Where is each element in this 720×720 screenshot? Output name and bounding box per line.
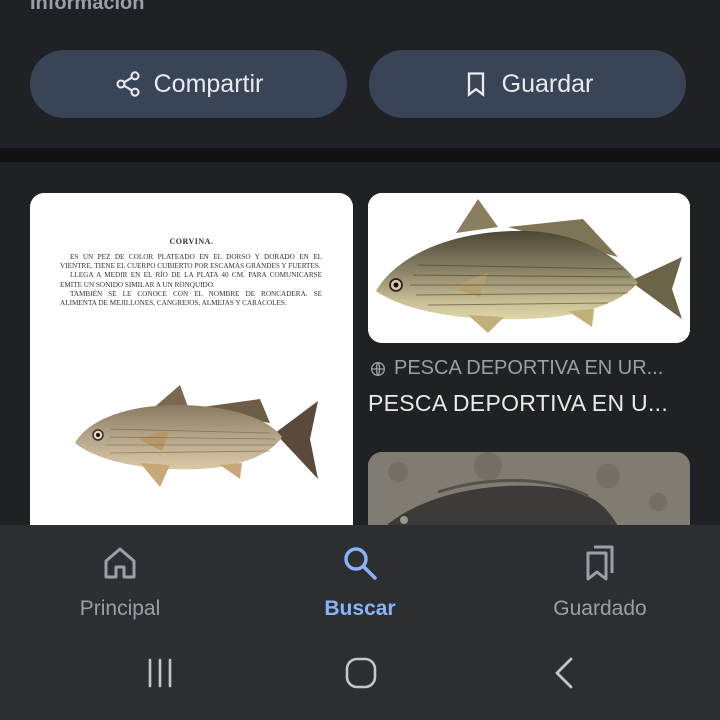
nav-label-guardado: Guardado — [553, 597, 647, 620]
recent-apps-icon — [148, 658, 172, 688]
document-title: CORVINA. — [169, 237, 214, 246]
bookmark-icon — [467, 72, 484, 97]
nav-item-buscar[interactable]: Buscar — [240, 525, 480, 635]
nav-label-buscar: Buscar — [324, 597, 396, 620]
save-label: Guardar — [501, 69, 594, 98]
nav-item-principal[interactable]: Principal — [0, 525, 240, 635]
result-title[interactable]: PESCA DEPORTIVA EN U... — [368, 390, 678, 417]
home-button[interactable] — [337, 653, 385, 693]
back-button[interactable] — [540, 653, 588, 693]
share-label: Compartir — [153, 69, 264, 98]
bottom-navigation: Principal Buscar Guardado — [0, 525, 720, 635]
result-card-document[interactable]: CORVINA. Es un pez de color plateado en … — [30, 193, 353, 525]
globe-icon — [371, 361, 385, 376]
section-divider — [0, 148, 720, 162]
result-source-text: PESCA DEPORTIVA EN UR... — [394, 357, 664, 379]
info-panel: Información Compartir Guardar — [0, 0, 720, 148]
save-button[interactable]: Guardar — [369, 50, 686, 118]
info-title: Información — [30, 0, 145, 14]
document-paragraph: Es un pez de color plateado en el dorso … — [60, 253, 322, 271]
corvina-fish-image — [368, 193, 690, 343]
share-icon — [116, 71, 140, 97]
result-source[interactable]: PESCA DEPORTIVA EN UR... — [370, 357, 680, 380]
back-chevron-icon — [555, 657, 573, 689]
nav-item-guardado[interactable]: Guardado — [480, 525, 720, 635]
share-button[interactable]: Compartir — [30, 50, 347, 118]
result-card-image[interactable] — [368, 193, 690, 343]
result-card-image[interactable] — [368, 452, 690, 525]
system-navigation-bar — [0, 635, 720, 720]
fish-image — [368, 452, 690, 525]
home-icon — [104, 547, 136, 579]
recent-apps-button[interactable] — [136, 653, 184, 693]
nav-label-principal: Principal — [79, 597, 161, 620]
corvina-fish-image — [75, 385, 318, 487]
document-text: Es un pez de color plateado en el dorso … — [60, 253, 322, 308]
document-paragraph: Llega a medir en el Río de la Plata 40 c… — [60, 271, 322, 289]
home-circle-icon — [345, 657, 377, 689]
search-icon — [344, 547, 377, 580]
saved-collections-icon — [586, 545, 614, 581]
image-results[interactable]: CORVINA. Es un pez de color plateado en … — [0, 162, 720, 525]
document-paragraph: También se le conoce con el nombre de ro… — [60, 289, 322, 308]
